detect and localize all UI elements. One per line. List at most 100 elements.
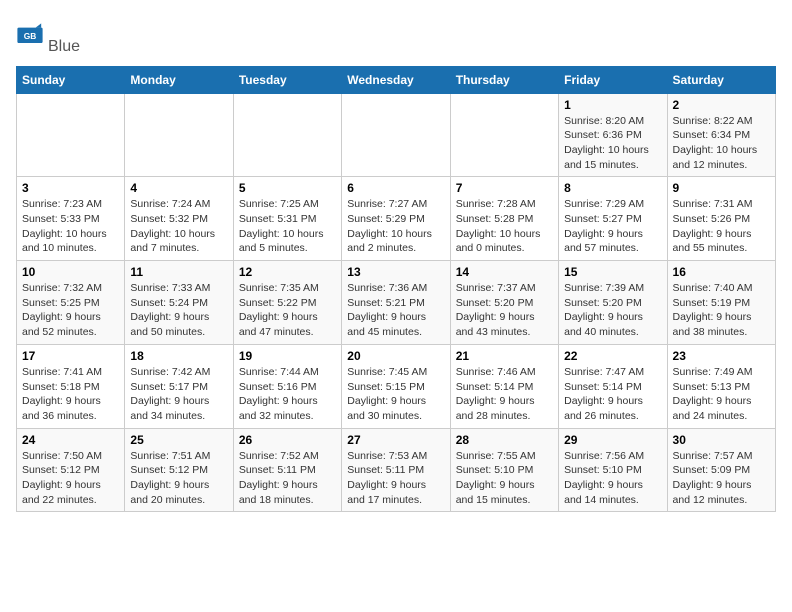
calendar-cell	[17, 93, 125, 177]
day-number: 15	[564, 265, 661, 279]
day-number: 7	[456, 181, 553, 195]
calendar-week-5: 24 Sunrise: 7:50 AM Sunset: 5:12 PM Dayli…	[17, 428, 776, 512]
weekday-header-wednesday: Wednesday	[342, 66, 450, 93]
calendar-week-3: 10 Sunrise: 7:32 AM Sunset: 5:25 PM Dayli…	[17, 261, 776, 345]
calendar-cell: 25Sunrise: 7:51 AM Sunset: 5:12 PM Dayli…	[125, 428, 233, 512]
calendar-body: 1 Sunrise: 8:20 AM Sunset: 6:36 PM Daylig…	[17, 93, 776, 512]
calendar-cell: 27Sunrise: 7:53 AM Sunset: 5:11 PM Dayli…	[342, 428, 450, 512]
calendar-cell: 7 Sunrise: 7:28 AM Sunset: 5:28 PM Daylig…	[450, 177, 558, 261]
day-info: Sunrise: 8:22 AM Sunset: 6:34 PM Dayligh…	[673, 114, 770, 173]
day-number: 23	[673, 349, 770, 363]
calendar-cell: 9 Sunrise: 7:31 AM Sunset: 5:26 PM Daylig…	[667, 177, 775, 261]
calendar-cell: 22Sunrise: 7:47 AM Sunset: 5:14 PM Dayli…	[559, 344, 667, 428]
calendar-cell: 20 Sunrise: 7:45 AM Sunset: 5:15 PM Dayli…	[342, 344, 450, 428]
day-info: Sunrise: 7:27 AM Sunset: 5:29 PM Dayligh…	[347, 197, 444, 256]
calendar-week-4: 17 Sunrise: 7:41 AM Sunset: 5:18 PM Dayli…	[17, 344, 776, 428]
day-number: 1	[564, 98, 661, 112]
calendar-week-1: 1 Sunrise: 8:20 AM Sunset: 6:36 PM Daylig…	[17, 93, 776, 177]
svg-text:GB: GB	[24, 31, 37, 41]
day-number: 10	[22, 265, 119, 279]
day-number: 20	[347, 349, 444, 363]
calendar-cell: 23 Sunrise: 7:49 AM Sunset: 5:13 PM Dayli…	[667, 344, 775, 428]
day-number: 2	[673, 98, 770, 112]
calendar-cell	[125, 93, 233, 177]
day-number: 27	[347, 433, 444, 447]
calendar-cell: 1 Sunrise: 8:20 AM Sunset: 6:36 PM Daylig…	[559, 93, 667, 177]
logo-icon: GB	[16, 22, 44, 50]
day-number: 26	[239, 433, 336, 447]
day-info: Sunrise: 8:20 AM Sunset: 6:36 PM Dayligh…	[564, 114, 661, 173]
day-number: 19	[239, 349, 336, 363]
day-number: 14	[456, 265, 553, 279]
calendar-cell: 10 Sunrise: 7:32 AM Sunset: 5:25 PM Dayli…	[17, 261, 125, 345]
calendar-cell: 28 Sunrise: 7:55 AM Sunset: 5:10 PM Dayli…	[450, 428, 558, 512]
day-info: Sunrise: 7:33 AM Sunset: 5:24 PM Dayligh…	[130, 281, 227, 340]
day-number: 9	[673, 181, 770, 195]
day-info: Sunrise: 7:31 AM Sunset: 5:26 PM Dayligh…	[673, 197, 770, 256]
day-number: 28	[456, 433, 553, 447]
day-info: Sunrise: 7:41 AM Sunset: 5:18 PM Dayligh…	[22, 365, 119, 424]
day-info: Sunrise: 7:46 AM Sunset: 5:14 PM Dayligh…	[456, 365, 553, 424]
calendar-cell: 26 Sunrise: 7:52 AM Sunset: 5:11 PM Dayli…	[233, 428, 341, 512]
logo: GB Blue	[16, 16, 80, 56]
day-number: 17	[22, 349, 119, 363]
day-info: Sunrise: 7:42 AM Sunset: 5:17 PM Dayligh…	[130, 365, 227, 424]
calendar-cell: 5 Sunrise: 7:25 AM Sunset: 5:31 PM Daylig…	[233, 177, 341, 261]
day-info: Sunrise: 7:29 AM Sunset: 5:27 PM Dayligh…	[564, 197, 661, 256]
weekday-header-saturday: Saturday	[667, 66, 775, 93]
day-number: 13	[347, 265, 444, 279]
day-info: Sunrise: 7:39 AM Sunset: 5:20 PM Dayligh…	[564, 281, 661, 340]
day-number: 30	[673, 433, 770, 447]
day-number: 21	[456, 349, 553, 363]
calendar-header: SundayMondayTuesdayWednesdayThursdayFrid…	[17, 66, 776, 93]
calendar-cell: 19 Sunrise: 7:44 AM Sunset: 5:16 PM Dayli…	[233, 344, 341, 428]
day-number: 18	[130, 349, 227, 363]
calendar-cell: 13 Sunrise: 7:36 AM Sunset: 5:21 PM Dayli…	[342, 261, 450, 345]
calendar-cell: 21 Sunrise: 7:46 AM Sunset: 5:14 PM Dayli…	[450, 344, 558, 428]
calendar-cell: 14 Sunrise: 7:37 AM Sunset: 5:20 PM Dayli…	[450, 261, 558, 345]
weekday-header-row: SundayMondayTuesdayWednesdayThursdayFrid…	[17, 66, 776, 93]
day-info: Sunrise: 7:36 AM Sunset: 5:21 PM Dayligh…	[347, 281, 444, 340]
day-number: 24	[22, 433, 119, 447]
calendar-cell: 4 Sunrise: 7:24 AM Sunset: 5:32 PM Daylig…	[125, 177, 233, 261]
calendar-cell	[342, 93, 450, 177]
day-number: 16	[673, 265, 770, 279]
day-info: Sunrise: 7:35 AM Sunset: 5:22 PM Dayligh…	[239, 281, 336, 340]
logo-line2: Blue	[48, 38, 80, 55]
day-info: Sunrise: 7:44 AM Sunset: 5:16 PM Dayligh…	[239, 365, 336, 424]
calendar-cell: 15 Sunrise: 7:39 AM Sunset: 5:20 PM Dayli…	[559, 261, 667, 345]
day-number: 25	[130, 433, 227, 447]
calendar-cell: 6 Sunrise: 7:27 AM Sunset: 5:29 PM Daylig…	[342, 177, 450, 261]
calendar-cell: 16Sunrise: 7:40 AM Sunset: 5:19 PM Dayli…	[667, 261, 775, 345]
day-info: Sunrise: 7:47 AM Sunset: 5:14 PM Dayligh…	[564, 365, 661, 424]
weekday-header-sunday: Sunday	[17, 66, 125, 93]
calendar-cell: 18 Sunrise: 7:42 AM Sunset: 5:17 PM Dayli…	[125, 344, 233, 428]
calendar-cell: 3 Sunrise: 7:23 AM Sunset: 5:33 PM Daylig…	[17, 177, 125, 261]
calendar-cell: 2 Sunrise: 8:22 AM Sunset: 6:34 PM Daylig…	[667, 93, 775, 177]
calendar-cell: 24 Sunrise: 7:50 AM Sunset: 5:12 PM Dayli…	[17, 428, 125, 512]
weekday-header-tuesday: Tuesday	[233, 66, 341, 93]
day-number: 5	[239, 181, 336, 195]
calendar-cell: 11 Sunrise: 7:33 AM Sunset: 5:24 PM Dayli…	[125, 261, 233, 345]
day-info: Sunrise: 7:55 AM Sunset: 5:10 PM Dayligh…	[456, 449, 553, 508]
day-number: 3	[22, 181, 119, 195]
day-info: Sunrise: 7:56 AM Sunset: 5:10 PM Dayligh…	[564, 449, 661, 508]
day-info: Sunrise: 7:50 AM Sunset: 5:12 PM Dayligh…	[22, 449, 119, 508]
day-info: Sunrise: 7:28 AM Sunset: 5:28 PM Dayligh…	[456, 197, 553, 256]
day-info: Sunrise: 7:37 AM Sunset: 5:20 PM Dayligh…	[456, 281, 553, 340]
day-number: 4	[130, 181, 227, 195]
day-number: 8	[564, 181, 661, 195]
day-info: Sunrise: 7:25 AM Sunset: 5:31 PM Dayligh…	[239, 197, 336, 256]
day-info: Sunrise: 7:52 AM Sunset: 5:11 PM Dayligh…	[239, 449, 336, 508]
calendar-cell: 17 Sunrise: 7:41 AM Sunset: 5:18 PM Dayli…	[17, 344, 125, 428]
day-info: Sunrise: 7:32 AM Sunset: 5:25 PM Dayligh…	[22, 281, 119, 340]
day-number: 6	[347, 181, 444, 195]
day-info: Sunrise: 7:45 AM Sunset: 5:15 PM Dayligh…	[347, 365, 444, 424]
day-info: Sunrise: 7:24 AM Sunset: 5:32 PM Dayligh…	[130, 197, 227, 256]
calendar-cell: 30Sunrise: 7:57 AM Sunset: 5:09 PM Dayli…	[667, 428, 775, 512]
weekday-header-friday: Friday	[559, 66, 667, 93]
day-info: Sunrise: 7:49 AM Sunset: 5:13 PM Dayligh…	[673, 365, 770, 424]
calendar-cell: 12Sunrise: 7:35 AM Sunset: 5:22 PM Dayli…	[233, 261, 341, 345]
day-number: 11	[130, 265, 227, 279]
day-info: Sunrise: 7:23 AM Sunset: 5:33 PM Dayligh…	[22, 197, 119, 256]
